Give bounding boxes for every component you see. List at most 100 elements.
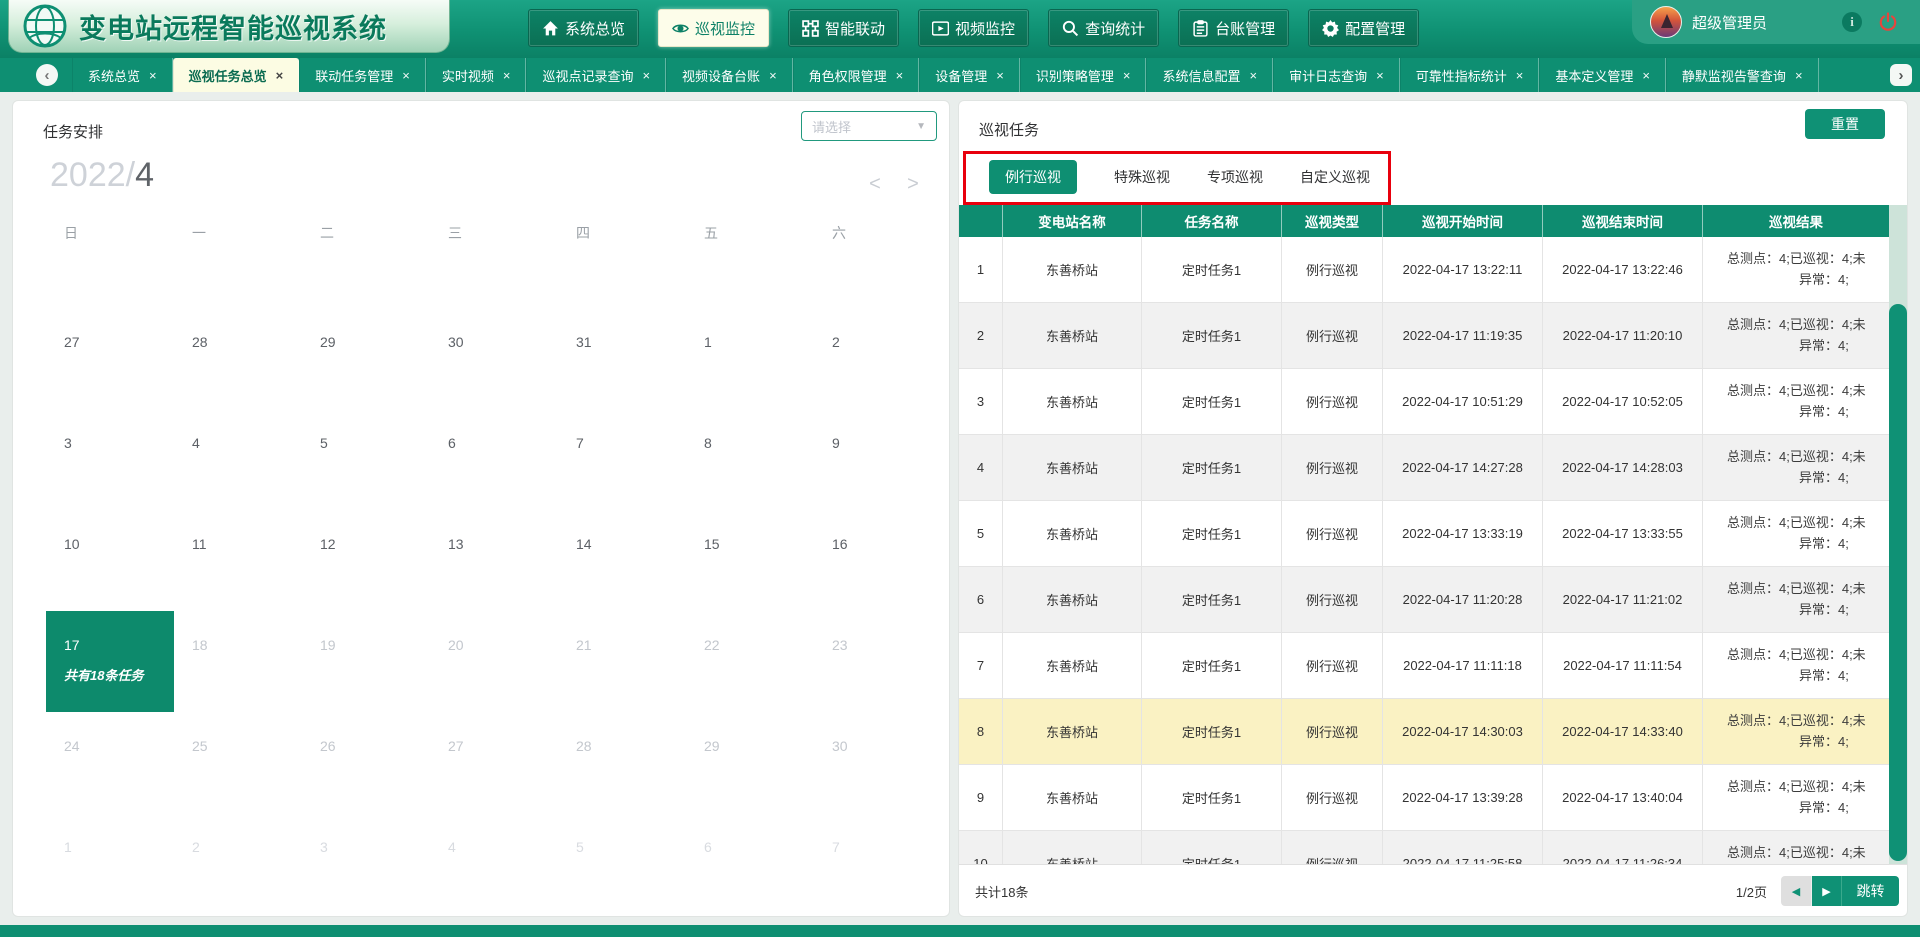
station-select[interactable]: 请选择 — [801, 111, 937, 141]
tab-item[interactable]: 识别策略管理 — [1020, 58, 1147, 92]
nav-system-overview[interactable]: 系统总览 — [528, 9, 639, 47]
calendar-day-cell[interactable]: 8 — [686, 409, 814, 510]
tab-item[interactable]: 系统总览 — [72, 58, 173, 92]
nav-config-management[interactable]: 配置管理 — [1308, 9, 1419, 47]
calendar-day-cell[interactable]: 4 — [174, 409, 302, 510]
nav-ledger-management[interactable]: 台账管理 — [1178, 9, 1289, 47]
table-row[interactable]: 4 东善桥站 定时任务1 例行巡视 2022-04-17 14:27:28 20… — [959, 435, 1907, 501]
calendar-day-cell[interactable]: 12 — [302, 510, 430, 611]
calendar-day-cell[interactable]: 30 — [430, 308, 558, 409]
tab-item[interactable]: 系统信息配置 — [1146, 58, 1273, 92]
calendar-day-cell[interactable]: 30 — [814, 712, 942, 813]
close-icon[interactable] — [503, 69, 511, 82]
calendar-day-cell[interactable]: 6 — [686, 813, 814, 914]
table-row[interactable]: 1 东善桥站 定时任务1 例行巡视 2022-04-17 13:22:11 20… — [959, 237, 1907, 303]
tab-item[interactable]: 基本定义管理 — [1539, 58, 1666, 92]
calendar-day-cell[interactable]: 4 — [430, 813, 558, 914]
calendar-day-cell[interactable]: 22 — [686, 611, 814, 712]
nav-query-statistics[interactable]: 查询统计 — [1048, 9, 1159, 47]
table-row[interactable]: 10 东善桥站 定时任务1 例行巡视 2022-04-17 11:25:58 2… — [959, 831, 1907, 864]
avatar[interactable] — [1650, 6, 1682, 38]
calendar-day-cell[interactable]: 27 — [46, 308, 174, 409]
tab-item[interactable]: 巡视点记录查询 — [526, 58, 666, 92]
calendar-day-cell[interactable]: 6 — [430, 409, 558, 510]
calendar-day-cell[interactable]: 18 — [174, 611, 302, 712]
tab-item[interactable]: 可靠性指标统计 — [1400, 58, 1540, 92]
tab-item[interactable]: 联动任务管理 — [299, 58, 426, 92]
close-icon[interactable] — [769, 69, 777, 82]
calendar-day-cell[interactable]: 9 — [814, 409, 942, 510]
tab-item[interactable]: 审计日志查询 — [1273, 58, 1400, 92]
calendar-day-cell[interactable]: 28 — [174, 308, 302, 409]
tab-item[interactable]: 实时视频 — [426, 58, 527, 92]
tab-item[interactable]: 视频设备台账 — [666, 58, 793, 92]
next-page-button[interactable] — [1811, 876, 1841, 906]
calendar-day-cell[interactable]: 21 — [558, 611, 686, 712]
power-icon[interactable] — [1878, 12, 1898, 32]
tab-scroll-left-button[interactable]: ‹ — [36, 64, 58, 86]
close-icon[interactable] — [149, 69, 157, 82]
close-icon[interactable] — [1642, 69, 1650, 82]
close-icon[interactable] — [1123, 69, 1131, 82]
nav-video-monitor[interactable]: 视频监控 — [918, 9, 1029, 47]
calendar-day-cell[interactable]: 5 — [302, 409, 430, 510]
filter-button[interactable]: 专项巡视 — [1207, 167, 1263, 187]
calendar-day-cell[interactable]: 17 共有18条任务 — [46, 611, 174, 712]
calendar-day-cell[interactable]: 5 — [558, 813, 686, 914]
calendar-day-cell[interactable]: 24 — [46, 712, 174, 813]
calendar-day-cell[interactable]: 13 — [430, 510, 558, 611]
table-row[interactable]: 7 东善桥站 定时任务1 例行巡视 2022-04-17 11:11:18 20… — [959, 633, 1907, 699]
table-row[interactable]: 5 东善桥站 定时任务1 例行巡视 2022-04-17 13:33:19 20… — [959, 501, 1907, 567]
close-icon[interactable] — [896, 69, 904, 82]
close-icon[interactable] — [1516, 69, 1524, 82]
close-icon[interactable] — [642, 69, 650, 82]
calendar-day-cell[interactable]: 31 — [558, 308, 686, 409]
close-icon[interactable] — [1250, 69, 1258, 82]
close-icon[interactable] — [1795, 69, 1803, 82]
calendar-day-cell[interactable]: 14 — [558, 510, 686, 611]
table-row[interactable]: 8 东善桥站 定时任务1 例行巡视 2022-04-17 14:30:03 20… — [959, 699, 1907, 765]
tab-item[interactable]: 巡视任务总览 — [173, 58, 300, 92]
calendar-day-cell[interactable]: 20 — [430, 611, 558, 712]
calendar-day-cell[interactable]: 2 — [814, 308, 942, 409]
calendar-day-cell[interactable]: 28 — [558, 712, 686, 813]
calendar-day-cell[interactable]: 10 — [46, 510, 174, 611]
filter-button[interactable]: 例行巡视 — [989, 160, 1077, 194]
prev-page-button[interactable] — [1781, 876, 1811, 906]
calendar-day-cell[interactable]: 3 — [302, 813, 430, 914]
table-row[interactable]: 9 东善桥站 定时任务1 例行巡视 2022-04-17 13:39:28 20… — [959, 765, 1907, 831]
calendar-next-month-icon[interactable] — [903, 173, 923, 196]
calendar-day-cell[interactable]: 23 — [814, 611, 942, 712]
table-scrollbar-thumb[interactable] — [1889, 304, 1907, 861]
calendar-day-cell[interactable]: 27 — [430, 712, 558, 813]
calendar-day-cell[interactable]: 16 — [814, 510, 942, 611]
filter-button[interactable]: 特殊巡视 — [1114, 167, 1170, 187]
close-icon[interactable] — [1376, 69, 1384, 82]
calendar-day-cell[interactable]: 3 — [46, 409, 174, 510]
tab-item[interactable]: 设备管理 — [919, 58, 1020, 92]
close-icon[interactable] — [402, 69, 410, 82]
tab-scroll-right-button[interactable]: › — [1890, 64, 1912, 86]
filter-button[interactable]: 自定义巡视 — [1300, 167, 1370, 187]
table-row[interactable]: 6 东善桥站 定时任务1 例行巡视 2022-04-17 11:20:28 20… — [959, 567, 1907, 633]
calendar-day-cell[interactable]: 26 — [302, 712, 430, 813]
calendar-day-cell[interactable]: 7 — [558, 409, 686, 510]
nav-smart-linkage[interactable]: 智能联动 — [788, 9, 899, 47]
calendar-day-cell[interactable]: 15 — [686, 510, 814, 611]
calendar-day-cell[interactable]: 1 — [46, 813, 174, 914]
calendar-day-cell[interactable]: 1 — [686, 308, 814, 409]
calendar-day-cell[interactable]: 19 — [302, 611, 430, 712]
close-icon[interactable] — [996, 69, 1004, 82]
reset-button[interactable]: 重置 — [1805, 109, 1885, 139]
table-row[interactable]: 3 东善桥站 定时任务1 例行巡视 2022-04-17 10:51:29 20… — [959, 369, 1907, 435]
jump-button[interactable]: 跳转 — [1841, 876, 1899, 906]
calendar-day-cell[interactable]: 25 — [174, 712, 302, 813]
calendar-day-cell[interactable]: 29 — [302, 308, 430, 409]
info-icon[interactable]: i — [1842, 12, 1862, 32]
table-row[interactable]: 2 东善桥站 定时任务1 例行巡视 2022-04-17 11:19:35 20… — [959, 303, 1907, 369]
calendar-day-cell[interactable]: 2 — [174, 813, 302, 914]
close-icon[interactable] — [276, 69, 284, 82]
tab-item[interactable]: 静默监视告警查询 — [1666, 58, 1819, 92]
nav-inspection-monitor[interactable]: 巡视监控 — [658, 9, 769, 47]
calendar-day-cell[interactable]: 29 — [686, 712, 814, 813]
